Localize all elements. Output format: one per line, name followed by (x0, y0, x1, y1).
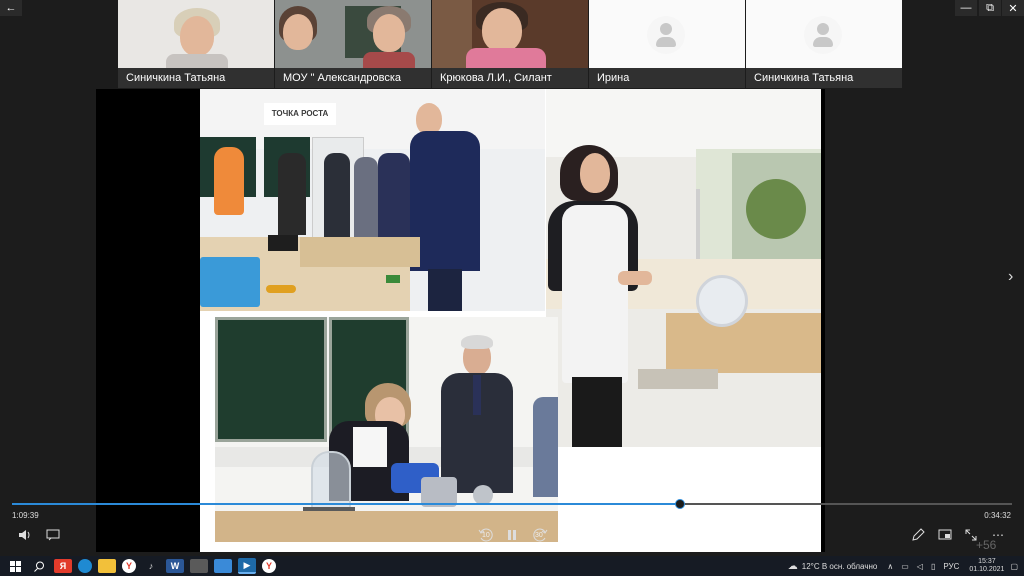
pen-icon[interactable] (908, 525, 928, 545)
restore-button[interactable]: ⧉ (979, 0, 1001, 16)
back-button[interactable]: ← (0, 0, 22, 16)
participant-tile[interactable]: Синичкина Татьяна (118, 0, 274, 88)
chevron-up-icon[interactable]: ∧ (887, 562, 893, 571)
yandex-icon[interactable]: Я (54, 559, 72, 573)
notifications-icon[interactable]: ▢ (1010, 562, 1018, 571)
calculator-icon[interactable] (190, 559, 208, 573)
store-icon[interactable] (214, 559, 232, 573)
weather-text[interactable]: 12°C В осн. облачно (802, 562, 878, 571)
classroom-visit-photo: ТОЧКА РОСТА (200, 89, 545, 311)
hidden-participants-count[interactable]: +56 (976, 538, 996, 552)
windows-start-icon[interactable] (6, 559, 24, 573)
yandex-app-icon[interactable]: Y (262, 559, 276, 573)
participant-video (118, 0, 274, 68)
participant-tile[interactable]: Синичкина Татьяна (746, 0, 902, 88)
remaining-time: 0:34:32 (984, 511, 1011, 520)
network-icon[interactable]: ▭ (901, 562, 909, 571)
participant-name: Синичкина Татьяна (118, 68, 274, 88)
file-explorer-icon[interactable] (98, 559, 116, 573)
elapsed-time: 1:09:39 (12, 511, 39, 520)
rewind-seconds: 10 (482, 532, 490, 539)
participant-name: МОУ " Александровска (275, 68, 431, 88)
participant-video (746, 0, 902, 68)
progress-fill (12, 503, 680, 505)
minimize-button[interactable]: — (955, 0, 977, 16)
volume-icon[interactable] (15, 525, 35, 545)
system-tray: ☁ 12°C В осн. облачно ∧ ▭ ◁ ▯ РУС 15:37 … (788, 556, 1024, 576)
next-slide-chevron-icon[interactable]: › (1008, 268, 1013, 286)
language-indicator[interactable]: РУС (943, 562, 959, 571)
participants-strip: Синичкина Татьяна МОУ " Александровска К… (118, 0, 904, 88)
playback-progress-bar[interactable] (12, 499, 1012, 509)
clock-date: 01.10.2021 (969, 566, 1005, 573)
clock-time: 15:37 (978, 558, 996, 565)
participant-tile[interactable]: Ирина (589, 0, 745, 88)
participant-video (589, 0, 745, 68)
speaker-icon[interactable]: ◁ (917, 562, 923, 571)
search-icon[interactable] (30, 559, 48, 573)
vacuum-pump-experiment-photo (215, 317, 558, 542)
student-experiment-photo (546, 89, 821, 447)
yandex-browser-icon[interactable]: Y (122, 559, 136, 573)
progress-handle[interactable] (675, 499, 685, 509)
presentation-slide: ТОЧКА РОСТА (200, 89, 821, 552)
participant-video (275, 0, 431, 68)
participant-video (432, 0, 588, 68)
battery-icon[interactable]: ▯ (931, 562, 935, 571)
cloud-icon: ☁ (787, 560, 798, 572)
edge-icon[interactable] (78, 559, 92, 573)
participant-tile[interactable]: Крюкова Л.И., Силант (432, 0, 588, 88)
captions-icon[interactable] (43, 525, 63, 545)
pause-icon[interactable] (502, 525, 522, 545)
user-avatar-icon (647, 16, 685, 54)
participant-name: Синичкина Татьяна (746, 68, 902, 88)
user-avatar-icon (804, 16, 842, 54)
word-icon[interactable]: W (166, 559, 184, 573)
media-player-icon[interactable]: ▶ (238, 558, 256, 574)
participant-name: Ирина (589, 68, 745, 88)
participant-tile[interactable]: МОУ " Александровска (275, 0, 431, 88)
forward-seconds: 30 (535, 532, 543, 539)
tochka-rosta-banner: ТОЧКА РОСТА (264, 103, 336, 125)
close-button[interactable]: ✕ (1002, 0, 1024, 16)
picture-in-picture-icon[interactable] (935, 525, 955, 545)
taskbar-clock[interactable]: 15:37 01.10.2021 (969, 558, 1004, 574)
participant-name: Крюкова Л.И., Силант (432, 68, 588, 88)
music-icon[interactable]: ♪ (142, 559, 160, 573)
shared-screen: ТОЧКА РОСТА (96, 89, 825, 552)
windows-taskbar: Я Y ♪ W ▶ Y ☁ 12°C В осн. облачно ∧ ▭ ◁ … (0, 556, 1024, 576)
